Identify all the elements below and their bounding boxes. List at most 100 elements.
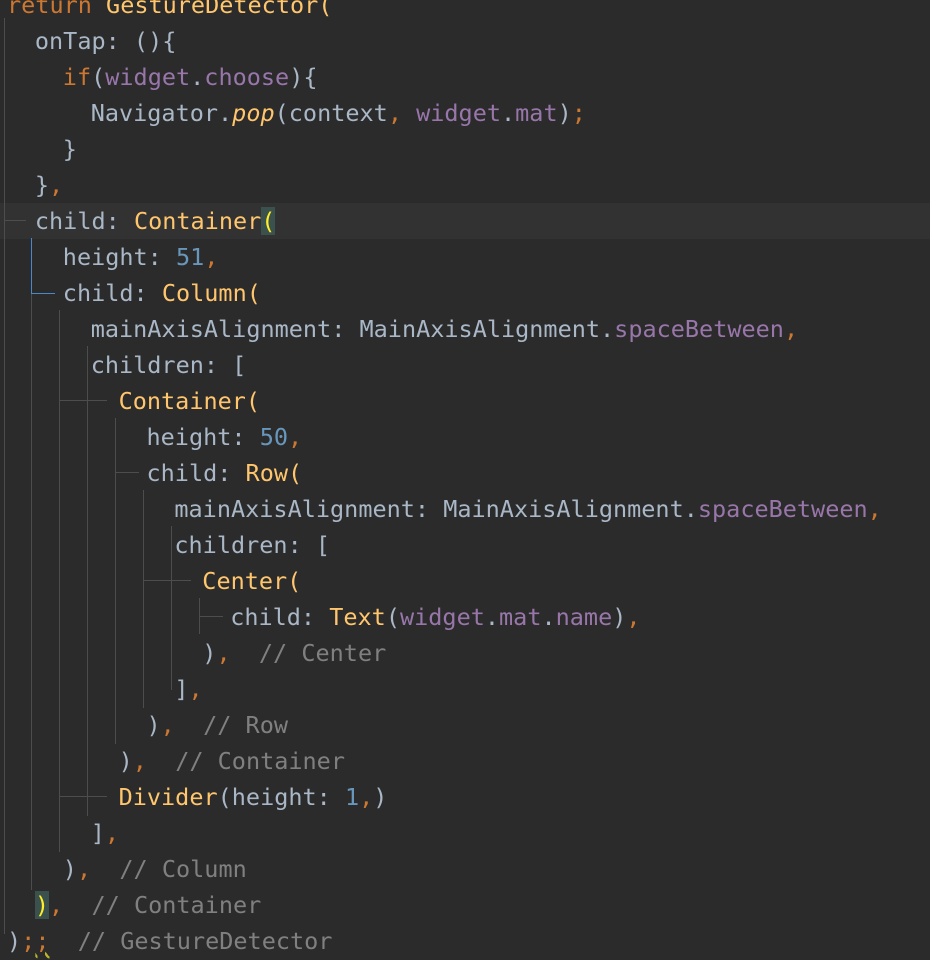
code-token: // Container [63,891,262,919]
code-line: onTap: (){ [35,23,176,59]
code-token: pop [232,99,275,127]
code-token: widget [105,63,191,91]
code-token: (height: [217,783,345,811]
code-line: );; // GestureDetector [7,923,332,959]
code-line: mainAxisAlignment: MainAxisAlignment.spa… [174,491,881,527]
code-token: (context [274,99,388,127]
code-line: children: [ [91,347,247,383]
indent-guide [59,796,107,797]
code-token: } [34,171,50,199]
code-token: , [49,171,64,199]
code-token: ) [7,927,22,955]
indent-guide [115,418,116,744]
code-token: , [104,819,119,847]
code-line: child: Container( [35,203,276,239]
code-line: child: Column( [63,275,261,311]
code-token: // GestureDetector [49,927,333,955]
code-token: ) [34,891,50,919]
code-token: child: [62,279,162,307]
indent-guide [171,526,172,690]
code-token: , [867,495,882,523]
code-line: mainAxisAlignment: MainAxisAlignment.spa… [91,311,798,347]
code-token: spaceBetween [614,315,784,343]
code-token: ; [35,927,50,955]
code-line: return GestureDetector( [7,0,332,23]
code-token: ) [557,99,572,127]
indent-guide [199,616,223,617]
code-token: name [555,603,613,631]
code-token: ) [612,603,627,631]
indent-guide [4,18,5,934]
code-line: Navigator.pop(context, widget.mat); [91,95,586,131]
code-line: height: 51, [63,239,219,275]
code-token: Navigator. [90,99,233,127]
code-token: child: [34,207,134,235]
code-token: onTap: (){ [34,27,177,55]
code-line: Container( [119,383,260,419]
active-indent-guide [31,238,32,294]
code-token: , [76,855,92,883]
code-token: . [484,603,500,631]
code-token: // Column [91,855,247,883]
code-token: Container [133,207,262,235]
code-token: widget [399,603,485,631]
code-token: // Row [174,711,288,739]
code-token: , [359,783,374,811]
code-token: Center( [202,567,302,595]
code-token: ( [261,207,276,235]
code-token: height: [146,423,260,451]
code-token: GestureDetector( [106,0,333,19]
code-token: ] [90,819,105,847]
code-token: choose [204,63,290,91]
code-line: Center( [202,563,301,599]
code-token: Column( [161,279,261,307]
indent-guide [4,220,26,221]
code-token: , [287,423,303,451]
indent-guide [59,310,60,852]
code-line: height: 50, [147,419,303,455]
code-token: ) [62,855,77,883]
code-token: , [626,603,641,631]
code-token: ( [385,603,400,631]
code-editor[interactable]: return GestureDetector(onTap: (){if(widg… [0,0,930,960]
code-line: child: Text(widget.mat.name), [230,599,640,635]
code-token: 1 [344,783,360,811]
code-token: Container( [118,387,261,415]
code-token: children: [ [90,351,247,379]
code-token: ) [118,747,133,775]
indent-guide [115,472,139,473]
indent-guide [143,490,144,708]
code-line: ], [91,815,119,851]
code-token: // Container [146,747,345,775]
code-token: child: [146,459,246,487]
indent-guide [143,580,191,581]
code-line: ), // Column [63,851,247,887]
code-token: ) [146,711,161,739]
code-token: 51 [175,243,205,271]
code-token: 50 [259,423,288,451]
code-token: // Center [230,639,387,667]
code-line: children: [ [174,527,330,563]
code-line: Divider(height: 1,) [119,779,388,815]
code-line: if(widget.choose){ [63,59,318,95]
code-line: }, [35,167,63,203]
code-token: spaceBetween [697,495,868,523]
code-line: ), // Container [34,887,262,923]
code-token: , [204,243,219,271]
code-line: ], [174,671,202,707]
code-token: widget [416,99,501,127]
code-token: if [62,63,92,91]
code-token: ){ [289,63,318,91]
code-token: } [62,135,77,163]
code-token: mainAxisAlignment: MainAxisAlignment. [90,315,615,343]
code-line: child: Row( [147,455,303,491]
code-token: . [501,99,516,127]
code-token: height: [62,243,176,271]
code-token: , [387,99,417,127]
code-line: ), // Row [147,707,289,743]
code-token: , [132,747,147,775]
code-token: ) [202,639,217,667]
code-token: child: [230,603,330,631]
indent-guide [59,400,107,401]
code-token: ) [373,783,388,811]
